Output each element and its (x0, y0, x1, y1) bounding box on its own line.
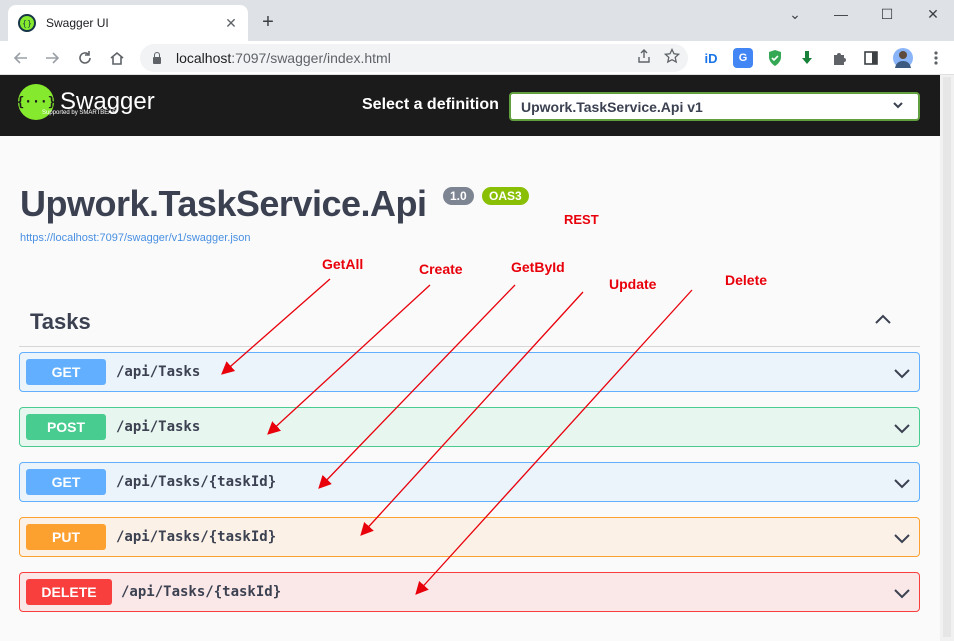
puzzle-icon[interactable] (829, 48, 849, 68)
version-badge: 1.0 (443, 187, 474, 205)
browser-toolbar: localhost :7097/swagger/index.html iD G (0, 41, 954, 75)
tag-divider (19, 346, 920, 347)
annotation-getall: GetAll (322, 256, 364, 272)
lock-icon (152, 52, 162, 64)
tag-tasks-header[interactable]: Tasks (30, 309, 91, 335)
chevron-down-icon[interactable] (893, 364, 911, 382)
translate-icon[interactable]: G (733, 48, 753, 68)
oas-badge: OAS3 (482, 187, 529, 205)
method-badge-post: POST (26, 414, 106, 440)
operation-path: /api/Tasks/{taskId} (116, 474, 277, 490)
annotation-getbyid: GetById (511, 259, 565, 275)
operation-get-tasks[interactable]: GET /api/Tasks (19, 352, 920, 392)
chevron-down-icon[interactable] (893, 584, 911, 602)
operation-path: /api/Tasks (116, 364, 201, 380)
bookmark-star-icon[interactable] (664, 48, 680, 64)
tab-title: Swagger UI (46, 16, 109, 30)
definition-value: Upwork.TaskService.Api v1 (521, 98, 703, 115)
operation-path: /api/Tasks/{taskId} (116, 529, 277, 545)
url-host: localhost (176, 50, 232, 66)
annotation-rest: REST (564, 212, 599, 227)
operation-get-task-by-id[interactable]: GET /api/Tasks/{taskId} (19, 462, 920, 502)
maximize-button[interactable]: ☐ (864, 0, 910, 28)
scrollbar[interactable] (940, 75, 954, 641)
address-bar[interactable]: localhost :7097/swagger/index.html (140, 44, 688, 72)
menu-icon[interactable] (924, 46, 948, 70)
forward-icon[interactable] (40, 46, 64, 70)
method-badge-delete: DELETE (26, 579, 112, 605)
back-icon[interactable] (9, 46, 33, 70)
chevron-down-icon[interactable] (893, 419, 911, 437)
operation-path: /api/Tasks (116, 419, 201, 435)
operation-delete-task[interactable]: DELETE /api/Tasks/{taskId} (19, 572, 920, 612)
tab-search-icon[interactable]: ⌄ (772, 0, 818, 28)
method-badge-get: GET (26, 469, 106, 495)
definition-label: Select a definition (362, 96, 499, 113)
close-window-button[interactable]: ✕ (910, 0, 954, 28)
sidepanel-icon[interactable] (861, 48, 881, 68)
annotation-delete: Delete (725, 272, 768, 288)
chevron-down-icon (893, 102, 903, 109)
api-title: Upwork.TaskService.Api (20, 183, 427, 224)
definition-select[interactable]: Upwork.TaskService.Api v1 (509, 92, 920, 121)
operation-path: /api/Tasks/{taskId} (121, 584, 282, 600)
chevron-down-icon[interactable] (893, 529, 911, 547)
spec-link[interactable]: https://localhost:7097/swagger/v1/swagge… (20, 232, 251, 244)
reload-icon[interactable] (73, 46, 97, 70)
browser-tab[interactable]: {} Swagger UI ✕ (8, 5, 248, 41)
download-icon[interactable] (797, 48, 817, 68)
profile-avatar[interactable] (893, 48, 913, 68)
chevron-up-icon[interactable] (873, 309, 893, 329)
chevron-down-icon[interactable] (893, 474, 911, 492)
scrollbar-thumb[interactable] (943, 77, 951, 637)
iD-icon[interactable]: iD (701, 48, 721, 68)
method-badge-put: PUT (26, 524, 106, 550)
swagger-topbar: {···} Swagger Supported by SMARTBEAR Sel… (0, 75, 940, 136)
url-path: :7097/swagger/index.html (231, 50, 391, 66)
operation-put-task[interactable]: PUT /api/Tasks/{taskId} (19, 517, 920, 557)
new-tab-button[interactable]: + (256, 10, 280, 34)
operation-post-tasks[interactable]: POST /api/Tasks (19, 407, 920, 447)
browser-tab-strip: {} Swagger UI ✕ + ⌄ — ☐ ✕ (0, 0, 954, 41)
share-icon[interactable] (636, 48, 652, 64)
annotation-update: Update (609, 276, 657, 292)
swagger-favicon-icon: {} (18, 14, 36, 32)
method-badge-get: GET (26, 359, 106, 385)
swagger-logo-subtitle: Supported by SMARTBEAR (42, 110, 117, 116)
annotation-create: Create (419, 261, 463, 277)
shield-icon[interactable] (765, 48, 785, 68)
close-tab-icon[interactable]: ✕ (220, 12, 242, 34)
minimize-button[interactable]: — (818, 0, 864, 28)
home-icon[interactable] (105, 46, 129, 70)
